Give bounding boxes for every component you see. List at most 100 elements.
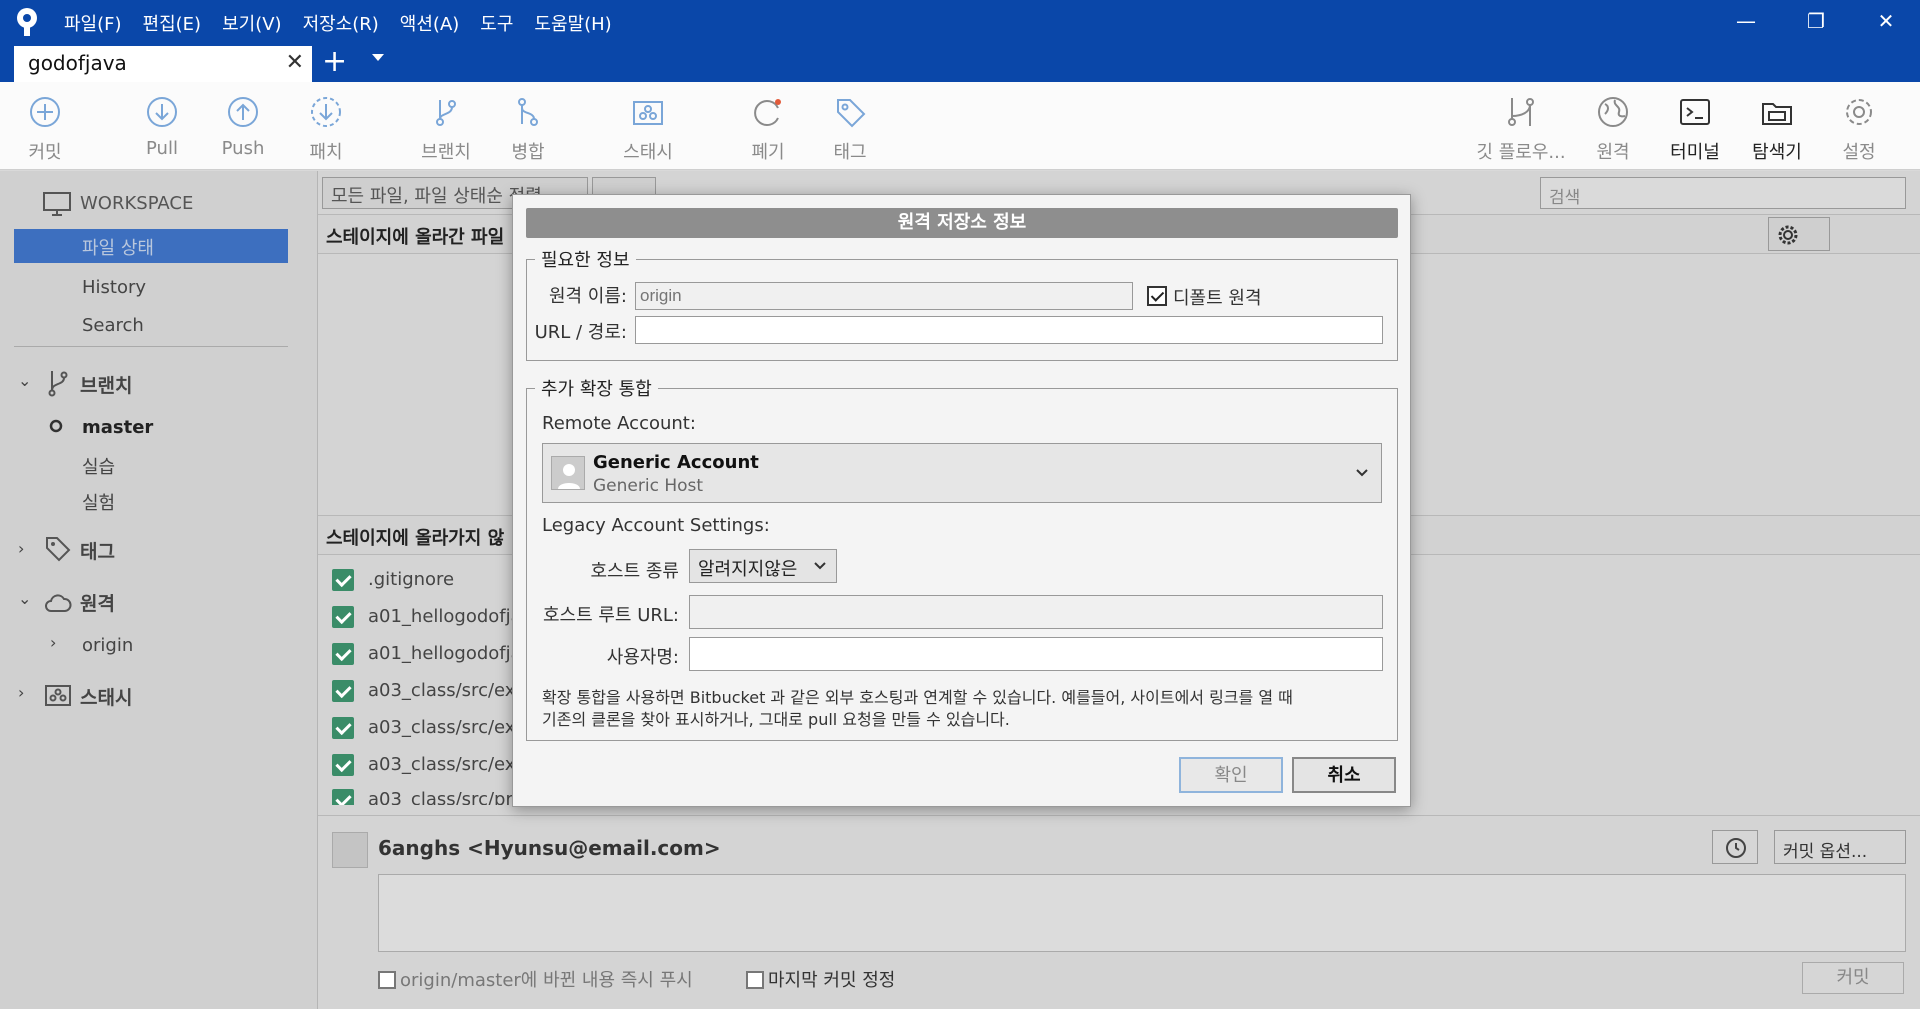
user-icon — [558, 464, 580, 489]
merge-icon — [518, 98, 538, 126]
arrow-down-circle-icon — [147, 97, 177, 127]
gear-icon — [1778, 225, 1798, 245]
sidebar-section-branches[interactable]: 브랜치 — [80, 371, 132, 398]
commit-message-input[interactable] — [378, 874, 1906, 952]
repo-tab[interactable]: godofjava ✕ — [14, 46, 312, 82]
account-avatar — [551, 456, 585, 490]
new-tab-button[interactable]: + — [322, 44, 347, 80]
commit-submit-button[interactable]: 커밋 — [1802, 962, 1904, 994]
explorer-label: 탐색기 — [1752, 142, 1802, 163]
default-remote-label: 디폴트 원격 — [1173, 288, 1262, 309]
sidebar-item-file-status[interactable]: 파일 상태 — [14, 229, 288, 263]
close-window-button[interactable]: ✕ — [1856, 6, 1916, 36]
file-checkbox[interactable] — [332, 717, 354, 739]
file-name: .gitignore — [368, 569, 455, 590]
file-checkbox[interactable] — [332, 569, 354, 591]
gear-icon — [1846, 99, 1872, 125]
file-checkbox[interactable] — [332, 643, 354, 665]
url-input[interactable] — [635, 316, 1383, 344]
chevron-down-icon — [814, 562, 826, 570]
extension-integration-legend: 추가 확장 통합 — [535, 375, 658, 401]
search-input[interactable]: 검색 — [1540, 177, 1906, 209]
remote-account-dropdown[interactable]: Generic Account Generic Host — [542, 443, 1382, 503]
git-flow-button[interactable]: 깃 플로우... — [1476, 82, 1566, 170]
sidebar-section-remotes[interactable]: 원격 — [80, 589, 115, 616]
branch-item[interactable]: 실험 — [82, 489, 115, 515]
remote-account-label: Remote Account: — [542, 413, 696, 434]
pull-button[interactable]: Pull — [117, 82, 207, 170]
plus-circle-icon — [30, 97, 60, 127]
file-checkbox[interactable] — [332, 789, 354, 805]
default-remote-checkbox[interactable] — [1147, 286, 1167, 306]
close-icon[interactable]: ✕ — [286, 50, 304, 75]
menu-actions[interactable]: 액션(A) — [400, 10, 470, 36]
patch-button[interactable]: 패치 — [281, 82, 371, 170]
tag-icon — [837, 99, 866, 128]
terminal-button[interactable]: 터미널 — [1650, 82, 1740, 170]
sidebar-divider — [14, 346, 288, 347]
file-checkbox[interactable] — [332, 606, 354, 628]
menu-bar: 파일(F) 편집(E) 보기(V) 저장소(R) 액션(A) 도구 도움말(H) — [64, 10, 633, 36]
clock-icon — [1726, 838, 1746, 858]
chevron-down-icon[interactable]: ⌄ — [18, 589, 31, 608]
remote-item-origin[interactable]: origin — [82, 635, 133, 656]
required-info-legend: 필요한 정보 — [535, 246, 636, 272]
sidebar-section-tags[interactable]: 태그 — [80, 537, 115, 564]
host-root-url-input[interactable] — [689, 595, 1383, 629]
checkbox-box[interactable] — [746, 971, 764, 989]
workspace-label: WORKSPACE — [80, 193, 194, 214]
commit-options-dropdown[interactable]: 커밋 옵션... — [1774, 830, 1906, 864]
help-line-1: 확장 통합을 사용하면 Bitbucket 과 같은 외부 호스팅과 연계할 수… — [542, 688, 1293, 707]
discard-label: 폐기 — [751, 142, 785, 163]
menu-view[interactable]: 보기(V) — [222, 10, 292, 36]
branch-button[interactable]: 브랜치 — [401, 82, 491, 170]
push-button[interactable]: Push — [198, 82, 288, 170]
menu-file[interactable]: 파일(F) — [64, 10, 133, 36]
branch-item[interactable]: 실습 — [82, 453, 115, 479]
remote-button[interactable]: 원격 — [1568, 82, 1658, 170]
terminal-icon — [1680, 99, 1710, 125]
menu-help[interactable]: 도움말(H) — [534, 10, 622, 36]
restore-button[interactable]: ❐ — [1786, 6, 1846, 36]
cancel-button[interactable]: 취소 — [1292, 757, 1396, 793]
chevron-right-icon[interactable]: › — [18, 539, 24, 558]
settings-button[interactable]: 설정 — [1814, 82, 1904, 170]
sidebar-item-search[interactable]: Search — [82, 315, 144, 336]
commit-button[interactable]: 커밋 — [0, 82, 90, 170]
sidebar-section-stashes[interactable]: 스태시 — [80, 683, 132, 710]
stash-icon — [45, 685, 71, 706]
arrow-up-circle-icon — [228, 97, 258, 127]
history-button[interactable] — [1712, 830, 1758, 864]
branch-item-master[interactable]: master — [82, 417, 153, 438]
host-type-dropdown[interactable]: 알려지지않은 — [689, 549, 837, 583]
stash-button[interactable]: 스태시 — [603, 82, 693, 170]
username-input[interactable] — [689, 637, 1383, 671]
ok-button[interactable]: 확인 — [1179, 757, 1283, 793]
explorer-button[interactable]: 탐색기 — [1732, 82, 1822, 170]
chevron-right-icon[interactable]: › — [50, 633, 56, 652]
sidebar-item-history[interactable]: History — [82, 277, 146, 298]
minimize-button[interactable]: — — [1716, 6, 1776, 36]
account-host: Generic Host — [593, 476, 704, 496]
tag-button[interactable]: 태그 — [805, 82, 895, 170]
checkbox-box[interactable] — [378, 971, 396, 989]
tab-list-chevron-icon[interactable] — [372, 54, 384, 61]
chevron-down-icon[interactable]: ⌄ — [18, 371, 31, 390]
chevron-right-icon[interactable]: › — [18, 683, 24, 702]
merge-button[interactable]: 병합 — [483, 82, 573, 170]
menu-edit[interactable]: 편집(E) — [143, 10, 213, 36]
help-line-2: 기존의 클론을 찾아 표시하거나, 그대로 pull 요청을 만들 수 있습니다… — [542, 710, 1010, 729]
host-type-value: 알려지지않은 — [698, 559, 798, 580]
file-checkbox[interactable] — [332, 754, 354, 776]
commit-label: 커밋 — [28, 142, 62, 163]
host-type-label: 호스트 종류 — [590, 561, 679, 582]
menu-tools[interactable]: 도구 — [480, 10, 524, 36]
pane-options-button[interactable] — [1768, 217, 1830, 251]
file-checkbox[interactable] — [332, 680, 354, 702]
discard-button[interactable]: 폐기 — [723, 82, 813, 170]
menu-repository[interactable]: 저장소(R) — [303, 10, 390, 36]
remote-name-input[interactable] — [635, 282, 1133, 310]
amend-commit-checkbox[interactable]: 마지막 커밋 정정 — [746, 966, 895, 992]
push-immediately-checkbox[interactable]: origin/master에 바뀐 내용 즉시 푸시 — [378, 966, 693, 992]
integration-help-text: 확장 통합을 사용하면 Bitbucket 과 같은 외부 호스팅과 연계할 수… — [542, 687, 1392, 731]
